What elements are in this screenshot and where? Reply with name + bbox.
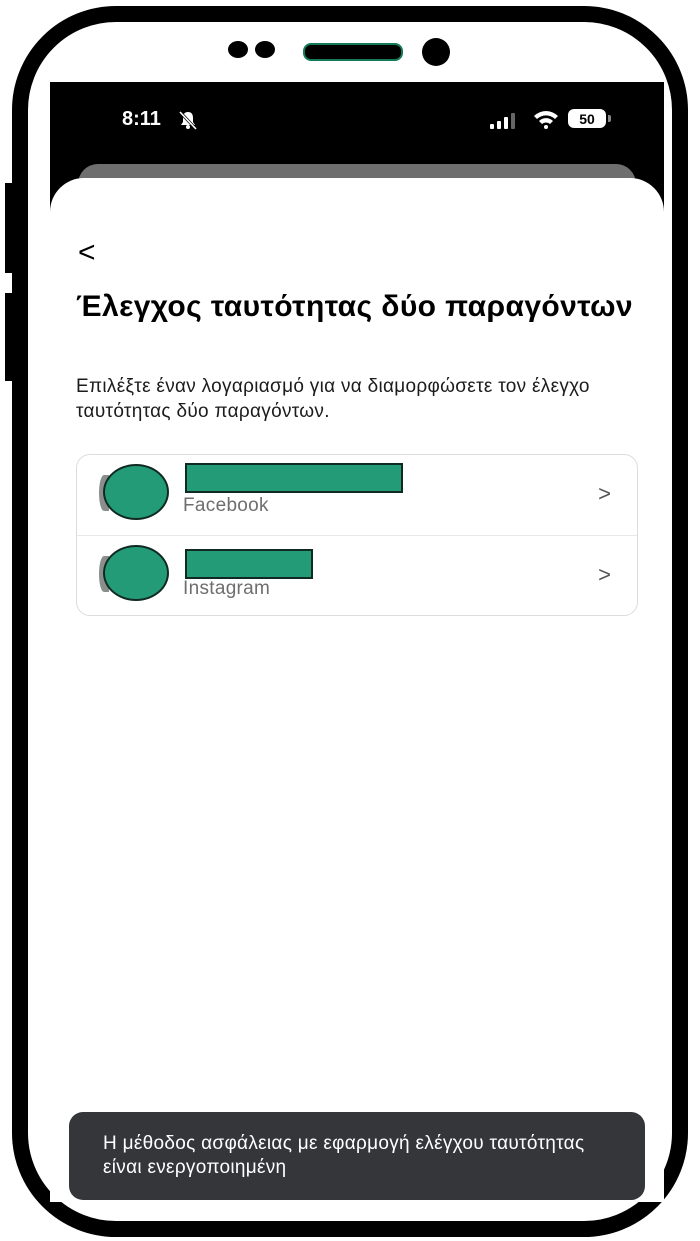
phone-side-button	[5, 293, 12, 381]
page-subtitle: Επιλέξτε έναν λογαριασμό για να διαμορφώ…	[76, 376, 590, 422]
status-time: 8:11	[122, 108, 161, 130]
two-factor-sheet: < Έλεγχος ταυτότητας δύο παραγόντων Επιλ…	[50, 178, 664, 1202]
battery-tip	[608, 115, 611, 122]
app-screen: 8:11 50 < Έλεγχος ταυτότητας δύο παραγόν…	[50, 82, 664, 1202]
chevron-right-icon: >	[598, 562, 611, 587]
account-name-redacted	[185, 549, 313, 579]
phone-notch-sensors	[228, 41, 275, 58]
account-row-instagram[interactable]: Instagram >	[77, 536, 637, 615]
battery-indicator: 50	[568, 109, 606, 128]
cellular-signal-icon	[490, 113, 520, 134]
phone-side-button	[5, 183, 12, 273]
phone-speaker	[303, 43, 403, 61]
chevron-right-icon: >	[598, 481, 611, 506]
accounts-list: Facebook > Instagram >	[76, 454, 638, 616]
avatar-redacted	[103, 545, 169, 601]
page-title: Έλεγχος ταυτότητας δύο παραγόντων	[76, 290, 633, 323]
wifi-icon	[533, 109, 559, 134]
account-name-redacted	[185, 463, 403, 493]
account-platform-label: Instagram	[183, 578, 271, 599]
back-button[interactable]: <	[78, 236, 108, 270]
toast-message: Η μέθοδος ασφάλειας με εφαρμογή ελέγχου …	[69, 1112, 645, 1200]
account-platform-label: Facebook	[183, 495, 269, 516]
bell-muted-icon	[177, 109, 199, 136]
avatar-redacted	[103, 464, 169, 520]
phone-camera	[422, 38, 450, 66]
account-row-facebook[interactable]: Facebook >	[77, 455, 637, 536]
